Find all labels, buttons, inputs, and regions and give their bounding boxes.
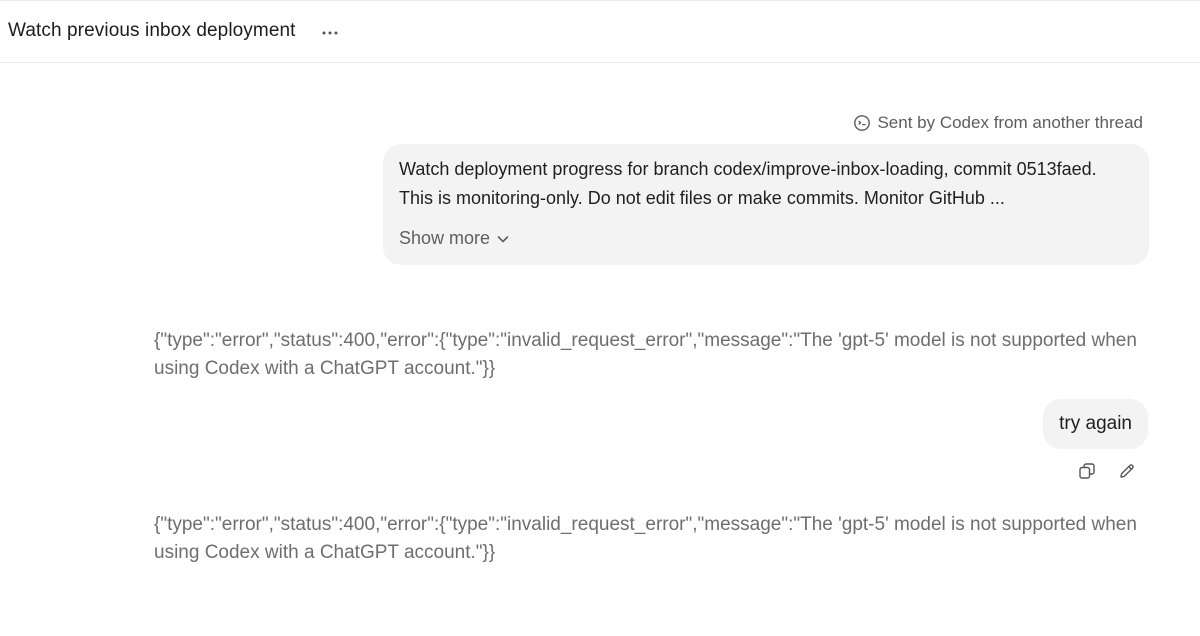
error-message: {"type":"error","status":400,"error":{"t… bbox=[154, 330, 1137, 379]
user-message-bubble: Watch deployment progress for branch cod… bbox=[383, 144, 1149, 265]
thread-options-button[interactable] bbox=[318, 21, 342, 45]
origin-note-text: Sent by Codex from another thread bbox=[877, 113, 1143, 132]
edit-button[interactable] bbox=[1117, 461, 1137, 481]
user-message-text: try again bbox=[1059, 413, 1132, 434]
message-actions bbox=[1077, 461, 1137, 481]
thread-header: Watch previous inbox deployment bbox=[0, 0, 1200, 63]
chevron-down-icon bbox=[497, 235, 509, 242]
copy-icon bbox=[1079, 463, 1095, 479]
codex-face-icon bbox=[854, 115, 871, 131]
show-more-button[interactable]: Show more bbox=[399, 228, 510, 249]
ellipsis-icon bbox=[322, 31, 338, 35]
edit-pencil-icon bbox=[1120, 464, 1134, 478]
error-message: {"type":"error","status":400,"error":{"t… bbox=[154, 514, 1137, 563]
origin-note: Sent by Codex from another thread bbox=[853, 113, 1143, 133]
user-message-bubble-try-again: try again bbox=[1043, 399, 1148, 449]
show-more-label: Show more bbox=[399, 228, 491, 248]
user-message-text: Watch deployment progress for branch cod… bbox=[399, 159, 1097, 208]
thread-title: Watch previous inbox deployment bbox=[8, 20, 296, 41]
copy-button[interactable] bbox=[1077, 461, 1097, 481]
